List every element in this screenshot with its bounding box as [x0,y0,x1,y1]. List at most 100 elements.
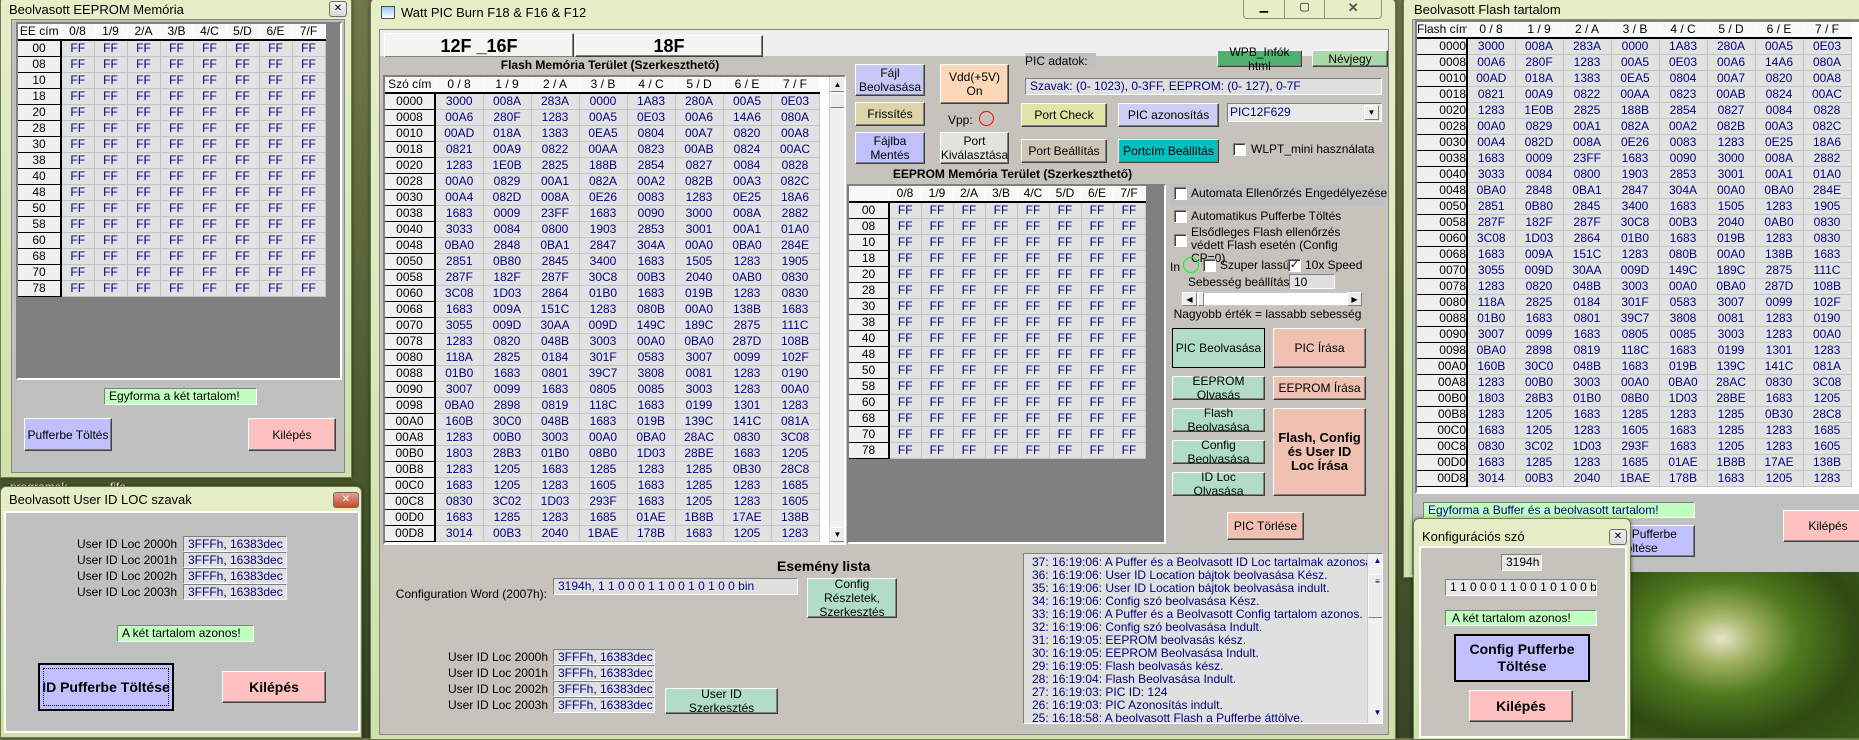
memory-cell[interactable]: 28BE [1707,390,1756,407]
memory-cell[interactable]: FF [193,104,227,121]
memory-cell[interactable]: 00A0 [771,381,820,398]
memory-cell[interactable]: 00A6 [1707,54,1756,71]
memory-cell[interactable]: 14A6 [723,109,772,126]
memory-cell[interactable]: FF [259,136,293,153]
memory-cell[interactable]: 1283 [1467,278,1516,295]
memory-cell[interactable]: FF [1049,266,1082,283]
memory-cell[interactable]: FF [1049,250,1082,267]
memory-cell[interactable]: FF [61,40,95,57]
memory-cell[interactable]: 01B0 [1611,230,1660,247]
memory-cell[interactable]: FF [1049,314,1082,331]
memory-cell[interactable]: FF [292,136,326,153]
memory-cell[interactable]: FF [1113,362,1146,379]
memory-cell[interactable]: 081A [771,413,820,430]
memory-cell[interactable]: FF [94,104,128,121]
memory-cell[interactable]: 01B0 [435,365,484,382]
memory-cell[interactable]: FF [985,282,1018,299]
memory-cell[interactable]: FF [1113,330,1146,347]
port-address-setup-button[interactable]: Portcím Beállítás [1118,139,1219,163]
memory-cell[interactable]: FF [292,152,326,169]
memory-cell[interactable]: 0804 [627,125,676,142]
memory-cell[interactable]: FF [1113,378,1146,395]
memory-cell[interactable]: 1B8B [675,509,724,526]
memory-cell[interactable]: 3400 [1611,198,1660,215]
memory-cell[interactable]: FF [1017,410,1050,427]
memory-cell[interactable]: FF [1081,314,1114,331]
memory-cell[interactable]: 0BA0 [1755,182,1804,199]
memory-cell[interactable]: FF [921,218,954,235]
memory-cell[interactable]: FF [160,264,194,281]
memory-cell[interactable]: 102F [771,349,820,366]
memory-cell[interactable]: 0820 [483,333,532,350]
memory-cell[interactable]: FF [921,410,954,427]
memory-cell[interactable]: 1205 [1707,438,1756,455]
config-read-button[interactable]: Config Beolvasása [1172,438,1265,466]
memory-cell[interactable]: 3007 [1467,326,1516,343]
memory-cell[interactable]: 1205 [1803,390,1852,407]
scroll-down-icon[interactable]: ▼ [830,527,844,542]
memory-cell[interactable]: FF [921,250,954,267]
memory-cell[interactable]: 00AA [579,141,628,158]
memory-cell[interactable]: FF [127,264,161,281]
memory-cell[interactable]: 01AE [627,509,676,526]
memory-cell[interactable]: 0828 [1803,102,1852,119]
memory-cell[interactable]: 17AE [723,509,772,526]
memory-cell[interactable]: FF [259,152,293,169]
memory-cell[interactable]: FF [61,104,95,121]
memory-cell[interactable]: 30C8 [579,269,628,286]
memory-cell[interactable]: 009A [483,301,532,318]
memory-cell[interactable]: 1903 [1611,166,1660,183]
memory-cell[interactable]: FF [985,314,1018,331]
memory-cell[interactable]: FF [226,152,260,169]
memory-cell[interactable]: FF [160,88,194,105]
memory-cell[interactable]: FF [94,120,128,137]
memory-cell[interactable]: 1285 [1707,406,1756,423]
memory-cell[interactable]: FF [985,362,1018,379]
memory-cell[interactable]: 2854 [627,157,676,174]
memory-cell[interactable]: FF [61,216,95,233]
memory-cell[interactable]: 1A83 [627,93,676,110]
memory-cell[interactable]: FF [1049,298,1082,315]
memory-cell[interactable]: 1683 [531,381,580,398]
memory-cell[interactable]: 1905 [1803,198,1852,215]
memory-cell[interactable]: 019B [1707,230,1756,247]
memory-cell[interactable]: 00B0 [483,429,532,446]
maximize-icon[interactable]: ▢ [1285,0,1326,18]
memory-cell[interactable]: 1283 [531,109,580,126]
memory-cell[interactable]: 3000 [675,205,724,222]
memory-cell[interactable]: FF [889,218,922,235]
memory-cell[interactable]: FF [292,200,326,217]
memory-cell[interactable]: 1683 [435,477,484,494]
memory-cell[interactable]: 3003 [579,333,628,350]
memory-cell[interactable]: FF [94,280,128,297]
memory-cell[interactable]: FF [94,168,128,185]
memory-cell[interactable]: FF [259,264,293,281]
memory-cell[interactable]: FF [1049,234,1082,251]
memory-cell[interactable]: 0830 [771,269,820,286]
memory-cell[interactable]: 0820 [1515,278,1564,295]
memory-cell[interactable]: 00A6 [435,109,484,126]
memory-cell[interactable]: FF [160,120,194,137]
memory-cell[interactable]: 009D [1611,262,1660,279]
scroll-right-icon[interactable]: ▶ [1347,292,1362,306]
memory-cell[interactable]: 1283 [579,301,628,318]
memory-cell[interactable]: 00A5 [1611,54,1660,71]
vdd-on-button[interactable]: Vdd(+5V) On [940,64,1009,104]
memory-cell[interactable]: 1683 [1803,246,1852,263]
wlpt-mini-checkbox[interactable] [1233,143,1246,156]
memory-cell[interactable]: 23FF [1563,150,1612,167]
memory-cell[interactable]: FF [953,314,986,331]
memory-cell[interactable]: 23FF [531,205,580,222]
memory-cell[interactable]: 0800 [1563,166,1612,183]
memory-cell[interactable]: 0BA0 [435,237,484,254]
memory-cell[interactable]: 1283 [1755,326,1804,343]
memory-cell[interactable]: 00A0 [675,237,724,254]
memory-cell[interactable]: 2851 [435,253,484,270]
memory-cell[interactable]: FF [1017,282,1050,299]
memory-cell[interactable]: FF [61,280,95,297]
memory-cell[interactable]: 3001 [1707,166,1756,183]
memory-cell[interactable]: FF [226,88,260,105]
memory-cell[interactable]: 1505 [1707,198,1756,215]
memory-cell[interactable]: 00A0 [675,301,724,318]
memory-cell[interactable]: 2040 [1563,470,1612,487]
